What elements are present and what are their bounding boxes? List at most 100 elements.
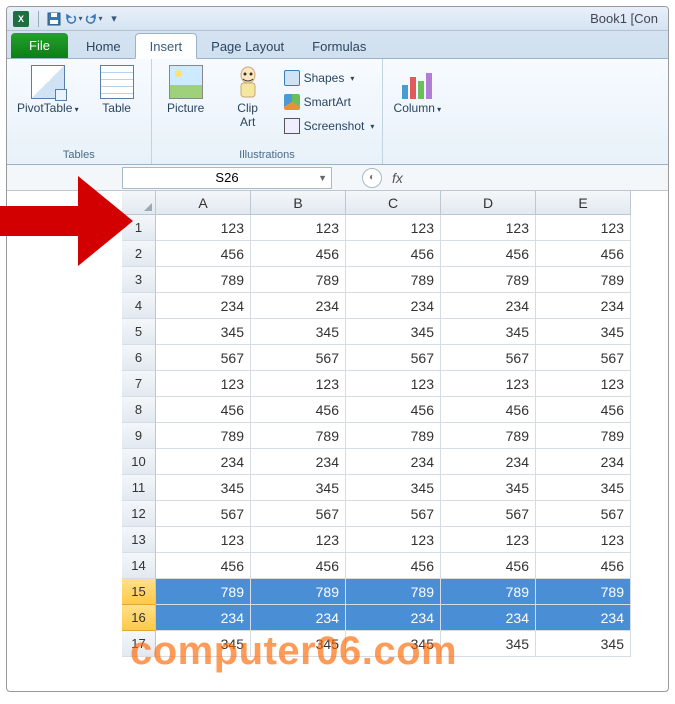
column-chart-button[interactable]: Column	[389, 63, 445, 117]
cell[interactable]: 456	[251, 397, 346, 423]
cell[interactable]: 789	[536, 579, 631, 605]
cell[interactable]: 234	[441, 605, 536, 631]
cell[interactable]: 123	[156, 527, 251, 553]
cell[interactable]: 789	[346, 423, 441, 449]
cell[interactable]: 345	[441, 475, 536, 501]
row-header[interactable]: 9	[122, 423, 156, 449]
cell[interactable]: 789	[536, 267, 631, 293]
cell[interactable]: 234	[251, 449, 346, 475]
cell[interactable]: 234	[536, 605, 631, 631]
row-header[interactable]: 17	[122, 631, 156, 657]
redo-icon[interactable]	[85, 10, 103, 28]
cell[interactable]: 234	[251, 605, 346, 631]
col-header[interactable]: E	[536, 191, 631, 215]
cell[interactable]: 456	[441, 241, 536, 267]
cell[interactable]: 345	[251, 631, 346, 657]
cell[interactable]: 789	[346, 267, 441, 293]
cell[interactable]: 456	[156, 397, 251, 423]
cell[interactable]: 789	[441, 579, 536, 605]
cell[interactable]: 789	[441, 267, 536, 293]
tab-page-layout[interactable]: Page Layout	[197, 34, 298, 58]
cell[interactable]: 123	[251, 527, 346, 553]
cell[interactable]: 234	[536, 293, 631, 319]
tab-insert[interactable]: Insert	[135, 33, 198, 59]
row-header[interactable]: 11	[122, 475, 156, 501]
cell[interactable]: 456	[536, 553, 631, 579]
cell[interactable]: 123	[536, 527, 631, 553]
col-header[interactable]: B	[251, 191, 346, 215]
tab-file[interactable]: File	[11, 33, 68, 58]
undo-icon[interactable]	[65, 10, 83, 28]
cell[interactable]: 456	[441, 553, 536, 579]
row-header[interactable]: 12	[122, 501, 156, 527]
cell[interactable]: 123	[251, 215, 346, 241]
cell[interactable]: 567	[536, 345, 631, 371]
cell[interactable]: 789	[346, 579, 441, 605]
row-header[interactable]: 7	[122, 371, 156, 397]
name-box[interactable]: S26 ▼	[122, 167, 332, 189]
row-header[interactable]: 5	[122, 319, 156, 345]
cell[interactable]: 456	[251, 553, 346, 579]
screenshot-button[interactable]: Screenshot	[282, 115, 377, 137]
cell[interactable]: 123	[156, 215, 251, 241]
cell[interactable]: 234	[346, 605, 441, 631]
cell[interactable]: 345	[536, 631, 631, 657]
cell[interactable]: 234	[441, 293, 536, 319]
cell[interactable]: 234	[156, 449, 251, 475]
row-header[interactable]: 15	[122, 579, 156, 605]
cell[interactable]: 345	[346, 631, 441, 657]
cell[interactable]: 456	[536, 397, 631, 423]
tab-formulas[interactable]: Formulas	[298, 34, 380, 58]
cell[interactable]: 456	[346, 397, 441, 423]
cell[interactable]: 345	[441, 319, 536, 345]
cell[interactable]: 567	[536, 501, 631, 527]
cell[interactable]: 123	[251, 371, 346, 397]
cell[interactable]: 345	[156, 475, 251, 501]
save-icon[interactable]	[45, 10, 63, 28]
cell[interactable]: 345	[346, 475, 441, 501]
cell[interactable]: 123	[346, 371, 441, 397]
cell[interactable]: 345	[156, 631, 251, 657]
clipart-button[interactable]: Clip Art	[220, 63, 276, 131]
cell[interactable]: 789	[251, 423, 346, 449]
smartart-button[interactable]: SmartArt	[282, 91, 377, 113]
cell[interactable]: 789	[156, 267, 251, 293]
cell[interactable]: 456	[536, 241, 631, 267]
row-header[interactable]: 10	[122, 449, 156, 475]
cell[interactable]: 234	[156, 293, 251, 319]
cell[interactable]: 123	[441, 527, 536, 553]
tab-home[interactable]: Home	[72, 34, 135, 58]
cell[interactable]: 456	[156, 241, 251, 267]
cell[interactable]: 567	[251, 345, 346, 371]
row-header[interactable]: 4	[122, 293, 156, 319]
cell[interactable]: 456	[346, 553, 441, 579]
cell[interactable]: 789	[251, 579, 346, 605]
cell[interactable]: 789	[156, 423, 251, 449]
expand-formula-bar-icon[interactable]: ◐	[362, 168, 382, 188]
cell[interactable]: 789	[156, 579, 251, 605]
row-header[interactable]: 8	[122, 397, 156, 423]
row-header[interactable]: 6	[122, 345, 156, 371]
shapes-button[interactable]: Shapes	[282, 67, 377, 89]
row-header[interactable]: 13	[122, 527, 156, 553]
cell[interactable]: 234	[251, 293, 346, 319]
cell[interactable]: 456	[346, 241, 441, 267]
cell[interactable]: 456	[156, 553, 251, 579]
cell[interactable]: 456	[251, 241, 346, 267]
cell[interactable]: 234	[441, 449, 536, 475]
chevron-down-icon[interactable]: ▼	[318, 173, 327, 183]
cell[interactable]: 567	[156, 345, 251, 371]
cell[interactable]: 567	[251, 501, 346, 527]
cell[interactable]: 567	[441, 501, 536, 527]
cell[interactable]: 345	[536, 475, 631, 501]
cell[interactable]: 123	[441, 215, 536, 241]
col-header[interactable]: A	[156, 191, 251, 215]
cell[interactable]: 567	[346, 345, 441, 371]
cell[interactable]: 123	[536, 215, 631, 241]
cell[interactable]: 123	[346, 215, 441, 241]
cell[interactable]: 567	[441, 345, 536, 371]
cell[interactable]: 789	[536, 423, 631, 449]
cell[interactable]: 789	[251, 267, 346, 293]
cell[interactable]: 789	[441, 423, 536, 449]
cell[interactable]: 345	[536, 319, 631, 345]
